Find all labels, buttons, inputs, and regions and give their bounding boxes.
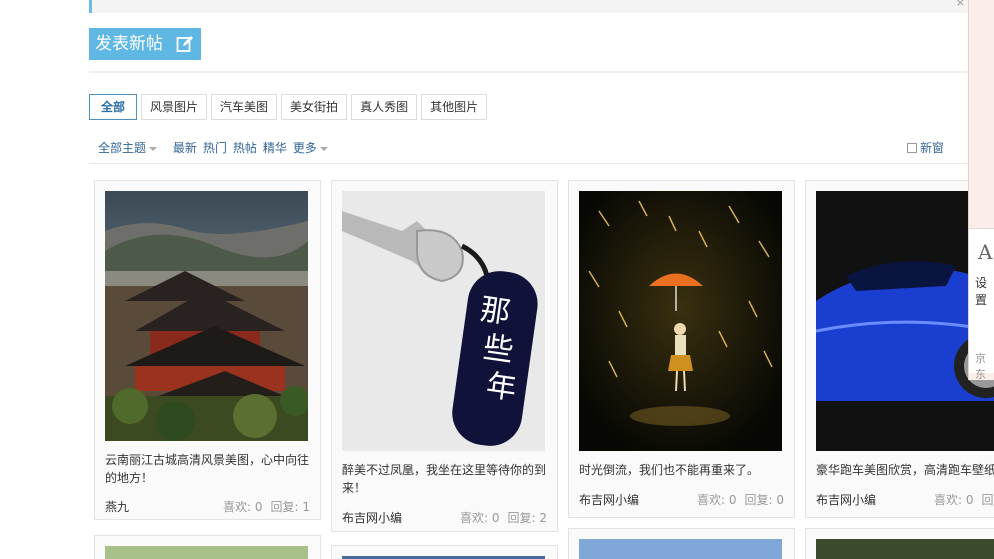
post-title[interactable]: 时光倒流，我们也不能再重来了。	[579, 461, 787, 479]
new-window-toggle[interactable]: 新窗	[907, 139, 944, 156]
umbrella-girl-illustration	[579, 191, 782, 451]
post-title[interactable]: 豪华跑车美图欣赏，高清跑车壁纸	[816, 461, 994, 479]
replies-count: 回复: 0	[981, 493, 994, 507]
tab-scenery[interactable]: 风景图片	[141, 94, 208, 120]
tab-real-people[interactable]: 真人秀图	[351, 94, 418, 120]
post-author[interactable]: 布吉网小编	[342, 509, 402, 526]
post-thumbnail[interactable]	[105, 191, 308, 441]
filter-latest[interactable]: 最新	[173, 139, 197, 156]
post-stats: 喜欢: 0 回复: 0	[926, 491, 994, 508]
chevron-down-icon	[149, 146, 158, 151]
new-post-label: 发表新帖	[95, 34, 163, 54]
post-title[interactable]: 云南丽江古城高清风景美图，心中向往的地方！	[105, 451, 313, 487]
post-card[interactable]: 时光倒流，我们也不能再重来了。 布吉网小编 喜欢: 0 回复: 0	[568, 180, 795, 518]
tab-all[interactable]: 全部	[89, 94, 138, 120]
keychain-char-1: 那	[478, 292, 513, 331]
filter-more[interactable]: 更多	[293, 139, 328, 156]
post-card[interactable]: 豪华跑车美图欣赏，高清跑车壁纸 布吉网小编 喜欢: 0 回复: 0	[805, 180, 994, 518]
notice-bar: ×	[89, 0, 979, 13]
keychain-char-3: 年	[484, 368, 519, 407]
post-thumbnail[interactable]: 那 些 年	[342, 191, 545, 451]
post-card[interactable]	[568, 528, 795, 559]
replies-count: 回复: 0	[744, 493, 785, 507]
replies-count: 回复: 2	[507, 511, 548, 525]
post-card[interactable]	[331, 545, 558, 559]
post-stats: 喜欢: 0 回复: 2	[452, 509, 547, 526]
side-popup-panel: A 设置 京东	[968, 0, 994, 382]
keychain-char-2: 些	[481, 330, 516, 369]
forum-page: × 发表新帖 全部 风景图片 汽车美图 美女街拍 真人秀图 其他图片 全部主题 …	[0, 0, 994, 559]
post-meta: 布吉网小编 喜欢: 0 回复: 0	[579, 491, 784, 508]
category-tabs: 全部 风景图片 汽车美图 美女街拍 真人秀图 其他图片	[89, 94, 488, 120]
post-thumbnail[interactable]	[579, 191, 782, 451]
post-card[interactable]	[805, 528, 994, 559]
post-author[interactable]: 布吉网小编	[816, 491, 876, 508]
new-window-label: 新窗	[920, 141, 945, 155]
new-window-checkbox[interactable]	[907, 142, 917, 153]
lijiang-photo	[105, 191, 308, 441]
post-card[interactable]: 那 些 年 醉美不过凤凰，我坐在这里等待你的到来！ 布吉网小编 喜欢: 0 回复:…	[331, 180, 558, 532]
replies-count: 回复: 1	[270, 500, 311, 514]
filter-hot[interactable]: 热门	[203, 139, 227, 156]
post-meta: 布吉网小编 喜欢: 0 回复: 0	[816, 491, 994, 508]
post-stats: 喜欢: 0 回复: 1	[215, 498, 310, 515]
side-popup-letter: A	[978, 240, 993, 264]
post-author[interactable]: 燕九	[105, 498, 129, 515]
post-thumbnail[interactable]	[579, 539, 782, 559]
post-card[interactable]	[94, 535, 321, 559]
likes-count: 喜欢: 0	[223, 500, 263, 514]
filter-hot-posts[interactable]: 热帖	[233, 139, 257, 156]
likes-count: 喜欢: 0	[697, 493, 737, 507]
section-divider	[89, 71, 979, 73]
post-title[interactable]: 醉美不过凤凰，我坐在这里等待你的到来！	[342, 461, 550, 497]
post-author[interactable]: 布吉网小编	[579, 491, 639, 508]
post-thumbnail[interactable]	[816, 539, 994, 559]
filter-more-label: 更多	[292, 141, 317, 155]
edit-icon	[176, 36, 193, 52]
filter-essence[interactable]: 精华	[263, 139, 287, 156]
post-card[interactable]: 云南丽江古城高清风景美图，心中向往的地方！ 燕九 喜欢: 0 回复: 1	[94, 180, 321, 520]
likes-count: 喜欢: 0	[460, 511, 500, 525]
chevron-down-icon	[319, 146, 328, 151]
post-stats: 喜欢: 0 回复: 0	[689, 491, 784, 508]
keychain-photo: 那 些 年	[342, 191, 545, 451]
post-thumbnail[interactable]	[105, 546, 308, 559]
filter-divider	[89, 163, 979, 164]
tab-other[interactable]: 其他图片	[421, 94, 488, 120]
filter-all-topics-label: 全部主题	[98, 141, 147, 155]
filter-all-topics[interactable]: 全部主题	[98, 139, 158, 156]
likes-count: 喜欢: 0	[934, 493, 974, 507]
tab-street-snap[interactable]: 美女街拍	[281, 94, 348, 120]
side-popup-jd[interactable]: 京东	[975, 350, 994, 382]
new-post-button[interactable]: 发表新帖	[89, 28, 201, 60]
notice-close-button[interactable]: ×	[956, 0, 965, 9]
filter-row: 全部主题 最新 热门 热帖 精华 更多	[98, 139, 328, 156]
side-popup-settings[interactable]: 设置	[975, 274, 994, 308]
post-meta: 布吉网小编 喜欢: 0 回复: 2	[342, 509, 547, 526]
post-meta: 燕九 喜欢: 0 回复: 1	[105, 498, 310, 515]
tab-cars[interactable]: 汽车美图	[211, 94, 278, 120]
